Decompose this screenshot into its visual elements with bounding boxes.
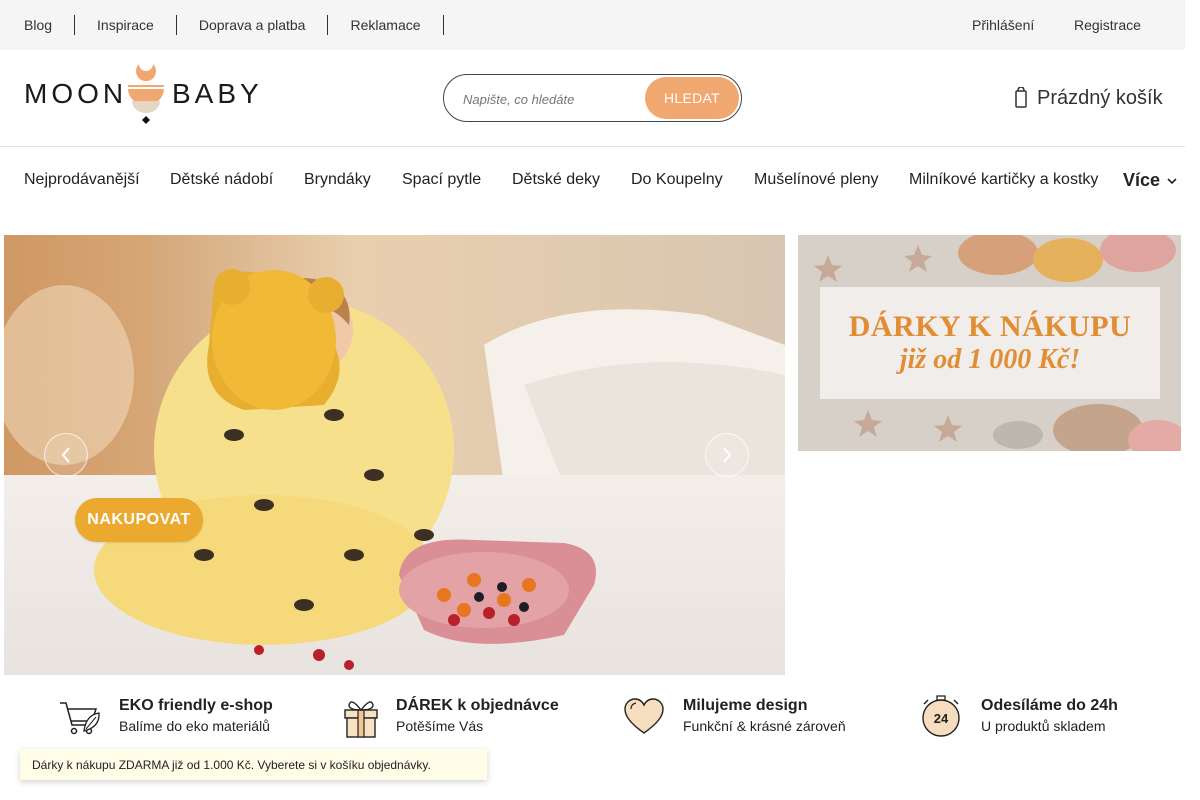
feature-subtitle: Potěšíme Vás	[396, 718, 484, 734]
feature-subtitle: Funkční & krásné zároveň	[683, 718, 846, 734]
chevron-down-icon	[1167, 177, 1177, 184]
feature-title: EKO friendly e-shop	[119, 697, 273, 714]
login-link[interactable]: Přihlášení	[972, 17, 1034, 33]
eco-cart-icon	[60, 702, 100, 735]
logo-text-baby: BABY	[172, 78, 263, 109]
notice-text: Dárky k nákupu ZDARMA již od 1.000 Kč. V…	[32, 757, 431, 772]
promo-title: DÁRKY K NÁKUPU	[848, 310, 1132, 343]
shop-now-button[interactable]: NAKUPOVAT	[75, 498, 203, 542]
chevron-right-icon	[723, 447, 732, 463]
category-detske-nadobi[interactable]: Dětské nádobí	[170, 171, 273, 189]
hero-slider[interactable]: NAKUPOVAT	[4, 235, 785, 675]
top-link-blog[interactable]: Blog	[0, 15, 76, 35]
heart-icon	[624, 698, 664, 734]
category-muselinove-pleny[interactable]: Mušelínové pleny	[754, 171, 879, 189]
search-input[interactable]	[463, 88, 653, 110]
top-bar: Blog Inspirace Doprava a platba Reklamac…	[0, 0, 1185, 50]
logo-text-moon: MOON	[24, 78, 128, 109]
login-wrap: Přihlášení	[972, 0, 1034, 50]
cart-link[interactable]: Prázdný košík	[1015, 84, 1163, 112]
top-link-doprava[interactable]: Doprava a platba	[177, 15, 329, 35]
category-nejprodavanejsi[interactable]: Nejprodávanější	[24, 171, 140, 189]
chevron-left-icon	[61, 447, 70, 463]
category-bryndaky[interactable]: Bryndáky	[304, 171, 371, 189]
svg-text:24: 24	[934, 711, 949, 726]
slider-next-button[interactable]	[705, 433, 749, 477]
category-spaci-pytle[interactable]: Spací pytle	[402, 171, 481, 189]
category-detske-deky[interactable]: Dětské deky	[512, 171, 600, 189]
more-label: Více	[1123, 170, 1161, 190]
hero-image	[4, 235, 785, 675]
feature-title: Odesíláme do 24h	[981, 697, 1118, 714]
feature-subtitle: Balíme do eko materiálů	[119, 718, 270, 734]
24h-clock-icon: 24	[922, 695, 960, 737]
promo-subtitle: již od 1 000 Kč!	[899, 344, 1081, 375]
gift-icon	[344, 701, 378, 738]
header-divider	[0, 146, 1185, 147]
search-bar: HLEDAT	[443, 74, 742, 122]
more-menu[interactable]: Více	[1123, 170, 1177, 191]
top-nav: Blog Inspirace Doprava a platba Reklamac…	[0, 0, 444, 50]
feature-subtitle: U produktů skladem	[981, 718, 1106, 734]
promo-box: DÁRKY K NÁKUPU již od 1 000 Kč!	[820, 287, 1160, 399]
moon-logo-icon	[128, 64, 164, 124]
category-milnikove-karticky[interactable]: Milníkové kartičky a kostky	[909, 171, 1098, 189]
feature-title: DÁREK k objednávce	[396, 697, 559, 714]
cart-icon	[1015, 87, 1027, 108]
slider-prev-button[interactable]	[44, 433, 88, 477]
promo-banner[interactable]: DÁRKY K NÁKUPU již od 1 000 Kč!	[798, 235, 1181, 451]
feature-title: Milujeme design	[683, 697, 808, 714]
register-link[interactable]: Registrace	[1074, 17, 1141, 33]
register-wrap: Registrace	[1074, 0, 1141, 50]
top-link-reklamace[interactable]: Reklamace	[328, 15, 444, 35]
site-notice: Dárky k nákupu ZDARMA již od 1.000 Kč. V…	[20, 749, 487, 780]
top-link-inspirace[interactable]: Inspirace	[75, 15, 177, 35]
search-button[interactable]: HLEDAT	[645, 77, 739, 119]
category-do-koupelny[interactable]: Do Koupelny	[631, 171, 723, 189]
logo[interactable]: MOON BABY	[24, 64, 260, 126]
cart-label: Prázdný košík	[1037, 86, 1163, 109]
